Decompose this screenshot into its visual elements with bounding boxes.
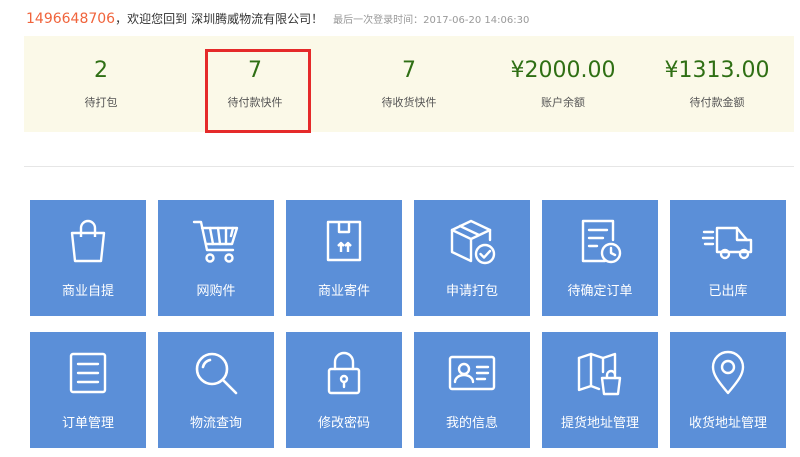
search-icon: [195, 352, 238, 395]
tile-label: 申请打包: [445, 284, 498, 299]
pending-order-icon: [581, 219, 622, 264]
tile-change-password[interactable]: 修改密码: [286, 332, 402, 448]
tile-label: 商业自提: [61, 284, 114, 299]
tile-shipped-out[interactable]: 已出库: [670, 200, 786, 316]
tile-label: 已出库: [708, 284, 748, 299]
tile-label: 商业寄件: [317, 284, 370, 299]
stat-pending-amount[interactable]: ¥1313.00 待付款金额: [640, 36, 794, 132]
tile-business-send[interactable]: 商业寄件: [286, 200, 402, 316]
tile-my-info[interactable]: 我的信息: [414, 332, 530, 448]
stat-label: 待打包: [84, 96, 118, 109]
tile-label: 订单管理: [61, 416, 114, 431]
welcome-line: 1496648706 ，欢迎您回到 深圳腾威物流有限公司！ 最后一次登录时间：2…: [26, 10, 529, 27]
stats-panel: 2 待打包 7 待付款快件 7 待收货快件 ¥2000.00 账户余额 ¥131…: [24, 36, 794, 133]
user-id: 1496648706: [26, 11, 116, 27]
tile-label: 修改密码: [317, 416, 370, 431]
stat-account-balance[interactable]: ¥2000.00 账户余额: [486, 36, 640, 132]
tile-business-pickup[interactable]: 商业自提: [30, 200, 146, 316]
stat-pending-receive[interactable]: 7 待收货快件: [332, 36, 486, 132]
location-pin-icon: [711, 350, 745, 395]
stat-label: 账户余额: [541, 96, 585, 109]
welcome-text: ，欢迎您回到: [115, 12, 188, 26]
tile-pickup-address[interactable]: 提货地址管理: [542, 332, 658, 448]
package-check-icon: [450, 219, 496, 265]
stat-value: ¥1313.00: [664, 58, 770, 83]
highlight-box: [205, 49, 311, 133]
divider: [24, 166, 794, 167]
tile-delivery-address[interactable]: 收货地址管理: [670, 332, 786, 448]
id-card-icon: [448, 355, 496, 391]
tile-label: 提货地址管理: [560, 416, 639, 431]
last-login-time: 最后一次登录时间：2017-06-20 14:06:30: [333, 15, 530, 26]
tile-pending-order[interactable]: 待确定订单: [542, 200, 658, 316]
map-bag-icon: [577, 352, 622, 396]
order-list-icon: [69, 352, 107, 394]
tile-label: 收货地址管理: [688, 416, 767, 431]
stat-value: ¥2000.00: [510, 58, 616, 83]
stat-value: 2: [94, 58, 108, 83]
tile-online-purchase[interactable]: 网购件: [158, 200, 274, 316]
tile-logistics-query[interactable]: 物流查询: [158, 332, 274, 448]
lock-icon: [327, 351, 361, 395]
company-name: 深圳腾威物流有限公司！: [191, 12, 324, 26]
tile-label: 待确定订单: [567, 284, 633, 299]
parcel-box-icon: [326, 220, 362, 262]
stat-pending-pack[interactable]: 2 待打包: [24, 36, 178, 132]
stat-label: 待付款金额: [689, 96, 745, 109]
tile-label: 物流查询: [189, 416, 242, 431]
shopping-cart-icon: [192, 220, 239, 263]
tile-label: 我的信息: [445, 416, 498, 431]
tile-apply-packing[interactable]: 申请打包: [414, 200, 530, 316]
stat-label: 待收货快件: [381, 96, 437, 109]
stat-value: 7: [402, 58, 416, 83]
shopping-bag-icon: [70, 219, 106, 263]
tile-label: 网购件: [196, 284, 236, 299]
delivery-truck-icon: [701, 226, 753, 260]
tile-order-management[interactable]: 订单管理: [30, 332, 146, 448]
